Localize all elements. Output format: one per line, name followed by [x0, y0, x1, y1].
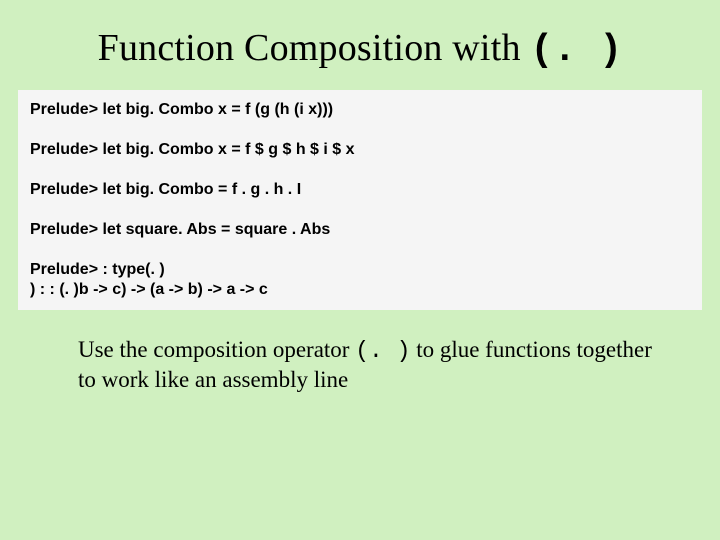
caption-pre: Use the composition operator — [78, 337, 355, 362]
code-line: ) : : (. )b -> c) -> (a -> b) -> a -> c — [30, 280, 690, 300]
code-line: Prelude> let big. Combo = f . g . h . I — [30, 180, 690, 200]
code-line: Prelude> let square. Abs = square . Abs — [30, 220, 690, 240]
title-text: Function Composition with — [98, 27, 531, 69]
title-mono: (. ) — [530, 29, 622, 72]
slide: Function Composition with (. ) Prelude> … — [0, 0, 720, 540]
slide-title: Function Composition with (. ) — [28, 26, 692, 72]
caption: Use the composition operator (. ) to glu… — [78, 336, 662, 395]
code-block: Prelude> let big. Combo x = f (g (h (i x… — [18, 90, 702, 310]
caption-mono: (. ) — [355, 338, 410, 364]
code-line: Prelude> let big. Combo x = f (g (h (i x… — [30, 100, 690, 120]
code-line: Prelude> let big. Combo x = f $ g $ h $ … — [30, 140, 690, 160]
code-line: Prelude> : type(. ) — [30, 260, 690, 280]
